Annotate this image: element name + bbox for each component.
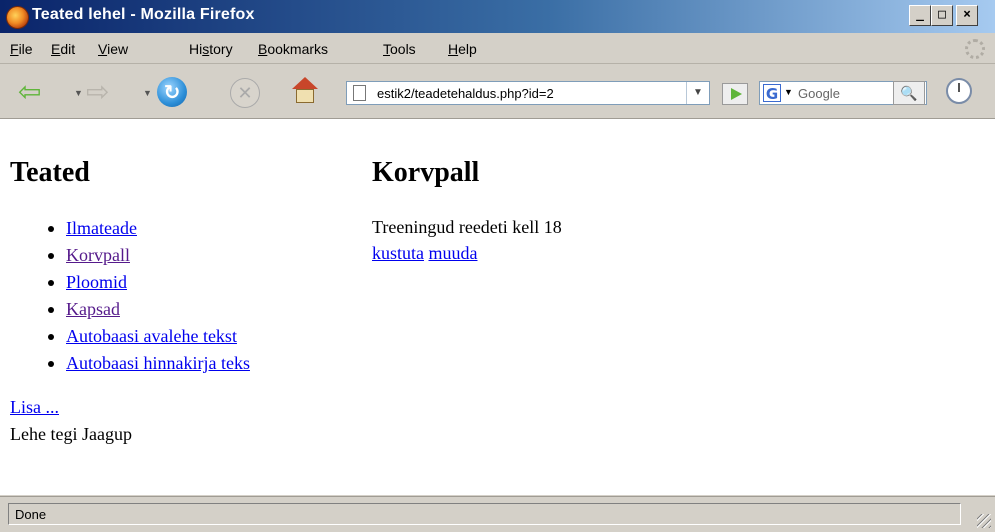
message-link-ploomid[interactable]: Ploomid: [66, 272, 127, 292]
menu-bar: File Edit View History Bookmarks Tools H…: [0, 33, 995, 64]
edit-link[interactable]: muuda: [429, 243, 478, 263]
page-icon: [353, 85, 366, 101]
resize-grip-icon[interactable]: [977, 514, 991, 528]
message-actions: kustuta muuda: [372, 243, 478, 264]
search-input[interactable]: Google: [798, 86, 840, 101]
message-link-autobaasi-avalehe[interactable]: Autobaasi avalehe tekst: [66, 326, 237, 346]
url-bar[interactable]: estik2/teadetehaldus.php?id=2 ▼: [346, 81, 710, 105]
forward-icon[interactable]: ⇨: [86, 78, 109, 106]
message-link-autobaasi-hinnakirja[interactable]: Autobaasi hinnakirja teks: [66, 353, 250, 373]
status-bar: Done: [0, 496, 995, 532]
stop-icon[interactable]: ✕: [230, 78, 260, 108]
search-icon[interactable]: 🔍: [893, 81, 925, 105]
menu-tools[interactable]: Tools: [383, 41, 416, 57]
menu-history[interactable]: History: [189, 41, 233, 57]
menu-help[interactable]: Help: [448, 41, 477, 57]
menu-edit[interactable]: Edit: [51, 41, 75, 57]
activity-throbber-icon: [965, 39, 985, 59]
list-item: Kapsad: [48, 296, 250, 323]
window-title: Teated lehel - Mozilla Firefox: [32, 6, 255, 23]
menu-file[interactable]: File: [10, 41, 33, 57]
message-link-kapsad[interactable]: Kapsad: [66, 299, 120, 319]
message-link-ilmateade[interactable]: Ilmateade: [66, 218, 137, 238]
home-icon[interactable]: [292, 77, 318, 103]
maximize-button[interactable]: □: [931, 5, 953, 26]
history-icon[interactable]: [946, 78, 972, 104]
minimize-button[interactable]: _: [909, 5, 931, 26]
reload-icon[interactable]: ↻: [157, 77, 187, 107]
url-text[interactable]: estik2/teadetehaldus.php?id=2: [377, 86, 554, 101]
list-item: Ilmateade: [48, 215, 250, 242]
status-panel: Done: [8, 503, 961, 525]
message-list: Ilmateade Korvpall Ploomid Kapsad Autoba…: [48, 215, 250, 377]
list-item: Ploomid: [48, 269, 250, 296]
delete-link[interactable]: kustuta: [372, 243, 424, 263]
page-content: Teated Ilmateade Korvpall Ploomid Kapsad…: [0, 119, 995, 495]
title-bar: Teated lehel - Mozilla Firefox _ □ ×: [0, 0, 995, 33]
list-item: Autobaasi hinnakirja teks: [48, 350, 250, 377]
list-heading: Teated: [10, 157, 90, 188]
message-title: Korvpall: [372, 157, 480, 188]
forward-dropdown-icon[interactable]: ▼: [143, 88, 152, 98]
list-item: Autobaasi avalehe tekst: [48, 323, 250, 350]
message-body: Treeningud reedeti kell 18: [372, 217, 562, 237]
list-item: Korvpall: [48, 242, 250, 269]
close-button[interactable]: ×: [956, 5, 978, 26]
add-message-link[interactable]: Lisa ...: [10, 397, 59, 418]
home-roof: [292, 77, 318, 89]
menu-bookmarks[interactable]: Bookmarks: [258, 41, 328, 57]
status-text: Done: [15, 507, 47, 522]
navigation-toolbar: ⇦ ▼ ⇨ ▼ ↻ ✕ estik2/teadetehaldus.php?id=…: [0, 64, 995, 119]
back-icon[interactable]: ⇦: [18, 78, 41, 106]
url-dropdown-icon[interactable]: ▼: [686, 82, 709, 104]
search-engine-dropdown-icon[interactable]: ▼: [784, 87, 793, 97]
back-dropdown-icon[interactable]: ▼: [74, 88, 83, 98]
firefox-logo-icon: [6, 6, 29, 29]
home-body: [296, 89, 314, 103]
menu-view[interactable]: View: [98, 41, 128, 57]
go-icon[interactable]: [722, 83, 748, 105]
google-icon[interactable]: G: [763, 84, 781, 103]
page-footer: Lehe tegi Jaagup: [10, 424, 132, 444]
message-link-korvpall[interactable]: Korvpall: [66, 245, 130, 265]
